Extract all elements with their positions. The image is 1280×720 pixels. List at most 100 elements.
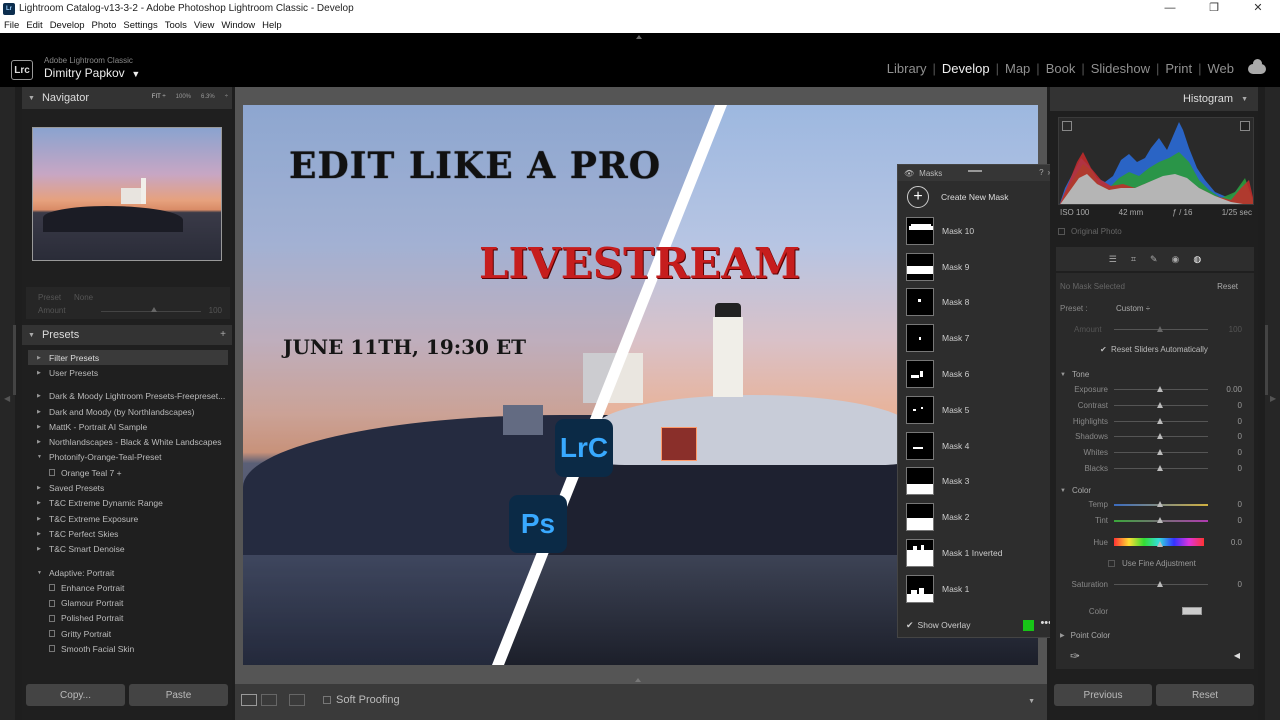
soft-proofing[interactable]: Soft Proofing (323, 694, 400, 706)
preset-item[interactable]: ▶ Filter Presets (28, 350, 228, 366)
top-panel-toggle[interactable] (0, 33, 1280, 42)
left-panel-toggle[interactable]: ◀ (0, 87, 16, 720)
masks-header[interactable]: 👁︎ Masks ?» (898, 165, 1056, 181)
preset-item[interactable]: ▼ Photonify-Orange-Teal-Preset (28, 450, 228, 465)
right-scrollbar[interactable] (1265, 325, 1268, 395)
paste-button[interactable]: Paste (129, 684, 228, 706)
close-button[interactable]: ✕ (1236, 0, 1280, 17)
module-print[interactable]: Print (1159, 61, 1198, 76)
slider-knob[interactable] (1157, 433, 1163, 440)
maximize-button[interactable]: ❐ (1192, 0, 1236, 17)
mask-item[interactable]: Mask 7 (898, 320, 1056, 356)
histogram-header[interactable]: Histogram ▼ (1050, 87, 1258, 111)
left-scrollbar[interactable] (13, 325, 16, 395)
color-section-header[interactable]: ▼ Color (1060, 486, 1091, 495)
slider-knob[interactable] (1157, 465, 1163, 471)
mask-item[interactable]: Mask 6 (898, 356, 1056, 392)
zoom-fit[interactable]: FIT ÷ (152, 94, 166, 100)
preset-item[interactable]: Gritty Portrait (28, 626, 228, 641)
highlight-clipping-icon[interactable] (1240, 121, 1250, 131)
cloud-icon[interactable] (1248, 58, 1266, 74)
preset-item[interactable]: Enhance Portrait (28, 580, 228, 595)
preset-item[interactable]: ▶ T&C Perfect Skies (28, 526, 228, 541)
zoom-more[interactable]: ÷ (225, 94, 228, 100)
mask-item[interactable]: Mask 1 Inverted (898, 535, 1056, 571)
menu-develop[interactable]: Develop (50, 20, 85, 31)
preset-item[interactable]: Polished Portrait (28, 611, 228, 626)
zoom-100[interactable]: 100% (176, 94, 191, 100)
filmstrip-toggle-icon[interactable] (635, 678, 641, 682)
preset-item[interactable]: ▼ Adaptive: Portrait (28, 565, 228, 580)
minimize-button[interactable]: — (1148, 0, 1192, 17)
slider-knob[interactable] (1157, 386, 1163, 392)
mask-item[interactable]: Mask 8 (898, 285, 1056, 321)
preset-item[interactable]: ▶ T&C Extreme Exposure (28, 511, 228, 526)
reset-button[interactable]: Reset (1156, 684, 1254, 706)
module-web[interactable]: Web (1202, 61, 1241, 76)
slider-knob[interactable] (1157, 401, 1163, 408)
slider-knob[interactable] (1157, 449, 1163, 456)
menu-view[interactable]: View (194, 20, 214, 31)
histogram-graph[interactable] (1058, 117, 1254, 205)
menu-tools[interactable]: Tools (165, 20, 187, 31)
mask-reset-button[interactable]: Reset (1217, 282, 1238, 291)
preset-item[interactable]: ▶ Dark & Moody Lightroom Presets-Freepres… (28, 389, 228, 404)
fine-adjustment-checkbox[interactable] (1108, 560, 1115, 567)
amount-slider-knob[interactable] (151, 307, 157, 312)
eye-icon[interactable]: 👁︎ (904, 169, 914, 178)
preset-item[interactable]: ▶ MattK - Portrait AI Sample (28, 419, 228, 434)
edit-tool-icon[interactable]: ☰ (1109, 254, 1117, 265)
original-photo-checkbox[interactable] (1058, 228, 1065, 235)
navigator-header[interactable]: ▼ Navigator FIT ÷ 100% 6.3% ÷ (22, 87, 232, 109)
soft-proofing-checkbox[interactable] (323, 696, 331, 704)
module-library[interactable]: Library (881, 61, 933, 76)
mask-item[interactable]: Mask 4 (898, 428, 1056, 464)
saturation-knob[interactable] (1157, 581, 1163, 587)
preset-item[interactable]: Smooth Facial Skin (28, 641, 228, 656)
mask-amount-knob[interactable] (1157, 326, 1163, 332)
heal-tool-icon[interactable]: ✎ (1150, 254, 1158, 265)
menu-settings[interactable]: Settings (123, 20, 157, 31)
previous-button[interactable]: Previous (1054, 684, 1152, 706)
preset-item[interactable]: Orange Teal 7 + (28, 465, 228, 480)
preset-item[interactable]: ▶ User Presets (28, 365, 228, 380)
mask-item[interactable]: Mask 2 (898, 499, 1056, 535)
module-develop[interactable]: Develop (936, 61, 996, 76)
preset-item[interactable]: ▶ Dark and Moody (by Northlandscapes) (28, 404, 228, 419)
mask-item[interactable]: Mask 10 (898, 213, 1056, 249)
original-photo-toggle[interactable]: Original Photo (1058, 227, 1122, 236)
masking-tool-icon[interactable]: ◍ (1193, 254, 1201, 265)
temp-knob[interactable] (1157, 501, 1163, 507)
mask-preset-dropdown[interactable]: Custom ÷ (1116, 304, 1150, 313)
crop-tool-icon[interactable]: ⌗ (1131, 254, 1136, 265)
zoom-custom[interactable]: 6.3% (201, 94, 215, 100)
preset-item[interactable]: ▶ Saved Presets (28, 480, 228, 495)
mask-item[interactable]: Mask 3 (898, 464, 1056, 500)
help-icon[interactable]: ? (1039, 168, 1043, 177)
mask-item[interactable]: Mask 9 (898, 249, 1056, 285)
menu-file[interactable]: File (4, 20, 19, 31)
preset-item[interactable]: ▶ T&C Smart Denoise (28, 542, 228, 557)
mask-item[interactable]: Mask 1 (898, 571, 1056, 607)
create-new-mask-button[interactable]: + Create New Mask (898, 181, 1056, 213)
navigator-preview[interactable] (32, 127, 222, 261)
tone-section-header[interactable]: ▼ Tone (1060, 370, 1089, 379)
before-after-split-icon[interactable] (289, 694, 305, 706)
presets-header[interactable]: ▼ Presets + (22, 325, 232, 345)
slider-knob[interactable] (1157, 417, 1163, 424)
show-overlay-checkbox[interactable]: ✔ (906, 620, 914, 631)
toolbar-dropdown-icon[interactable]: ▼ (1028, 698, 1035, 705)
add-preset-icon[interactable]: + (220, 329, 226, 340)
menu-photo[interactable]: Photo (92, 20, 117, 31)
user-name[interactable]: Dimitry Papkov ▼ (44, 66, 140, 80)
before-after-icon[interactable] (261, 694, 277, 706)
copy-button[interactable]: Copy... (26, 684, 125, 706)
menu-edit[interactable]: Edit (26, 20, 42, 31)
module-map[interactable]: Map (999, 61, 1036, 76)
point-color-header[interactable]: ▶ Point Color (1060, 631, 1110, 640)
menu-window[interactable]: Window (221, 20, 255, 31)
preset-item[interactable]: ▶ T&C Extreme Dynamic Range (28, 496, 228, 511)
mask-item[interactable]: Mask 5 (898, 392, 1056, 428)
shadow-clipping-icon[interactable] (1062, 121, 1072, 131)
hue-knob[interactable] (1157, 541, 1163, 547)
